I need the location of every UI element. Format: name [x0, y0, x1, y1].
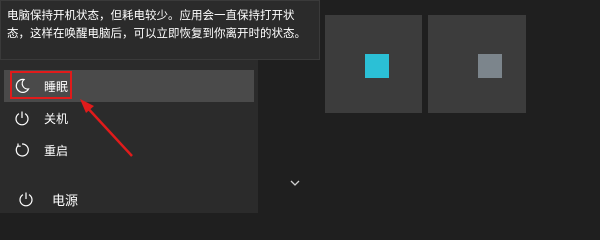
- chevron-down-icon[interactable]: [288, 176, 302, 190]
- power-button[interactable]: 电源: [0, 185, 258, 213]
- app-tile[interactable]: [428, 15, 526, 113]
- app-tile-icon: [478, 54, 502, 78]
- app-tile-icon: [365, 54, 389, 78]
- power-icon: [0, 191, 52, 207]
- app-tile[interactable]: [325, 15, 422, 113]
- power-button-label: 电源: [52, 193, 79, 209]
